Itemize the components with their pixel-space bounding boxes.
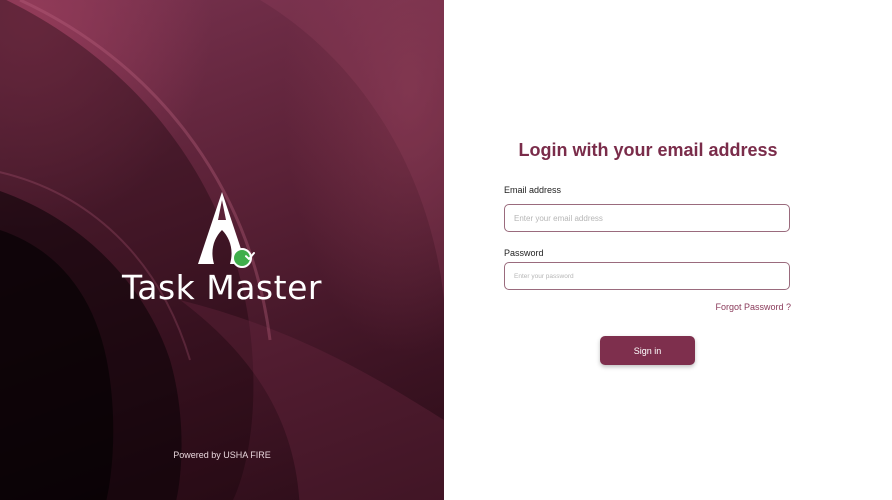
forgot-password-link[interactable]: Forgot Password ? (715, 302, 791, 312)
email-label: Email address (504, 185, 562, 195)
check-badge-icon (232, 248, 255, 268)
brand-panel: Task Master Powered by USHA FIRE (0, 0, 444, 500)
sign-in-button[interactable]: Sign in (600, 336, 695, 365)
login-panel: Login with your email address Email addr… (444, 0, 892, 500)
email-field[interactable] (504, 204, 790, 232)
password-field[interactable] (504, 262, 790, 290)
brand-block: Task Master (0, 190, 444, 307)
password-label: Password (504, 248, 544, 258)
task-master-logo (182, 190, 262, 272)
app-name: Task Master (122, 268, 322, 307)
powered-by-text: Powered by USHA FIRE (173, 450, 271, 460)
login-title: Login with your email address (518, 140, 778, 160)
